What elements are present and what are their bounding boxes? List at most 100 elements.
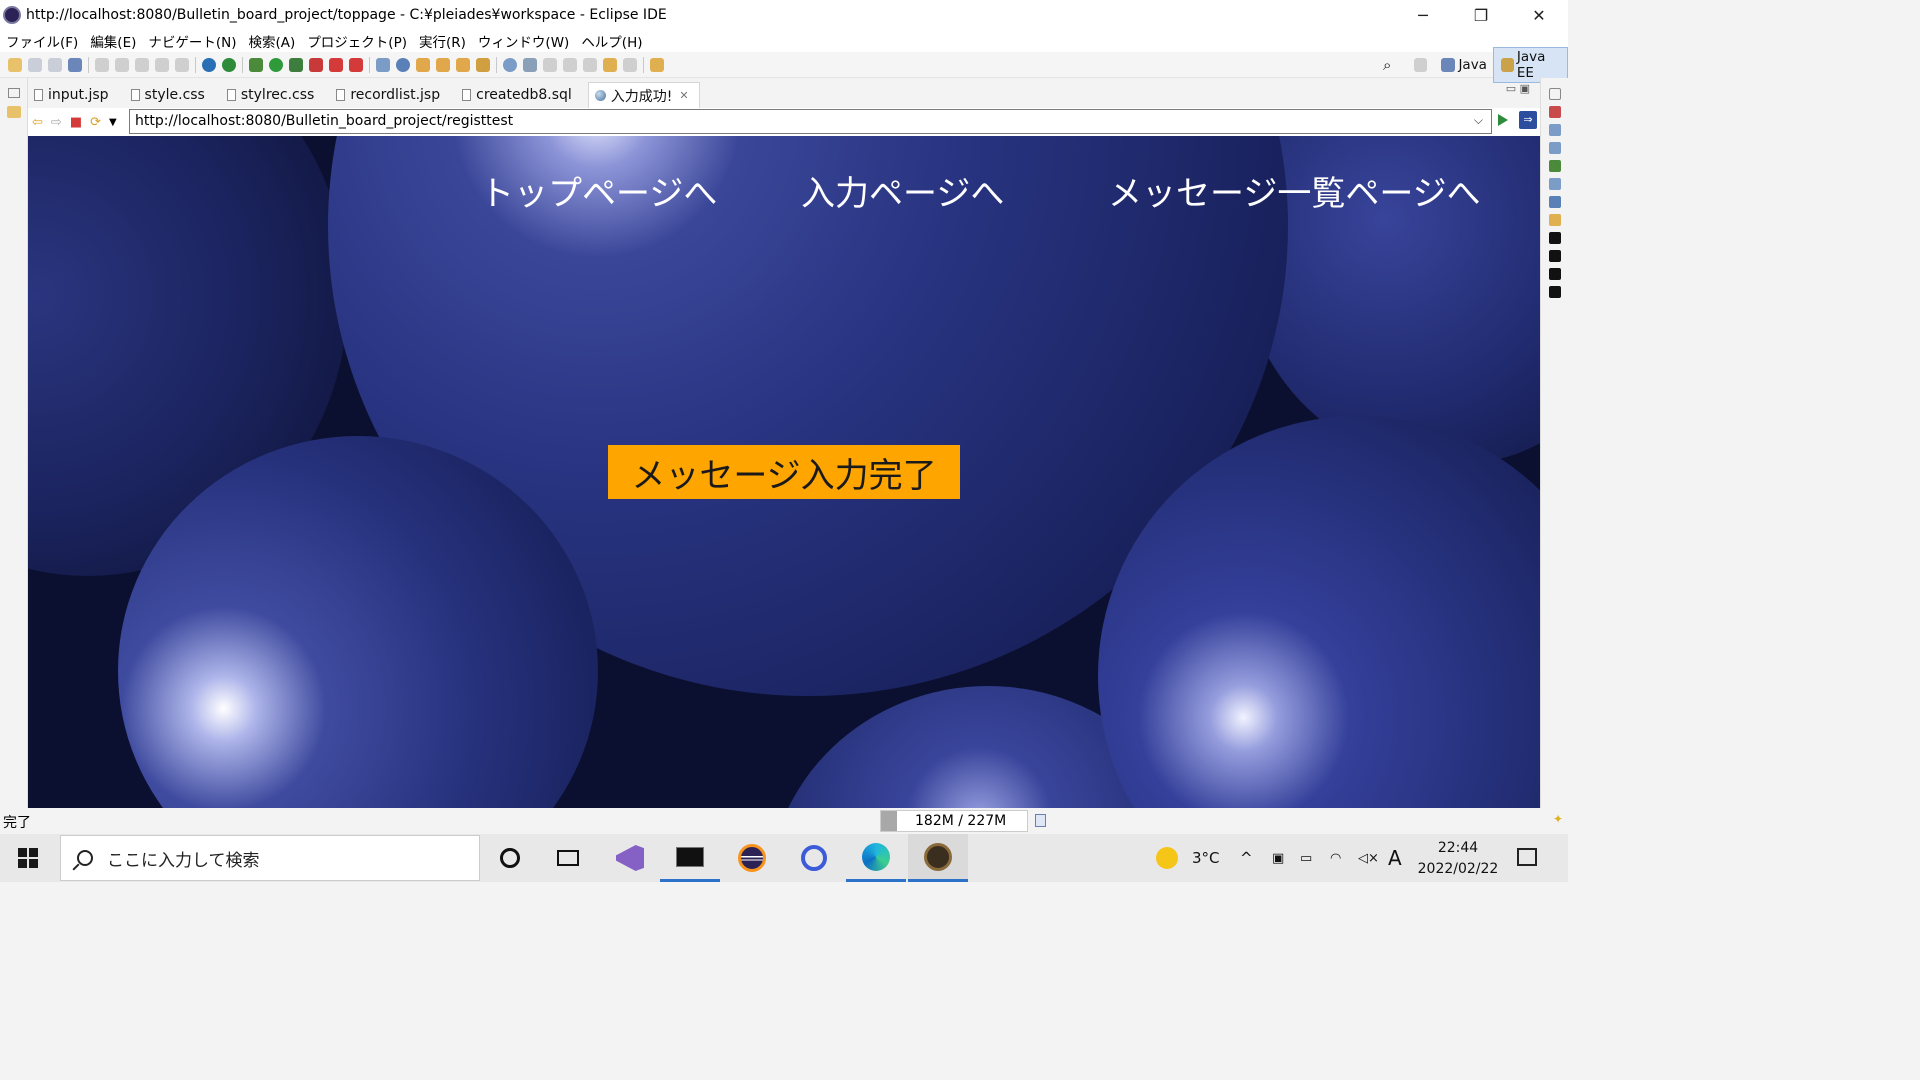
disconnect-icon[interactable] (349, 57, 363, 72)
search-task-icon[interactable] (476, 57, 490, 72)
tab-browser-success[interactable]: 入力成功! ✕ (587, 82, 700, 108)
console-icon[interactable] (1549, 268, 1561, 280)
save-icon[interactable] (28, 57, 42, 72)
link-message-list-page[interactable]: メッセージ一覧ページへ (1108, 166, 1481, 215)
link-input-page[interactable]: 入力ページへ (801, 166, 1004, 215)
edge-browser-icon[interactable] (846, 834, 906, 882)
visual-studio-icon[interactable] (600, 834, 660, 882)
servers-icon[interactable] (1549, 160, 1561, 172)
problems-icon[interactable] (1549, 196, 1561, 208)
open-external-icon[interactable]: ⇒ (1519, 111, 1537, 129)
cortana-icon[interactable] (480, 834, 540, 882)
menu-navigate[interactable]: ナビゲート(N) (142, 31, 242, 51)
save-all-icon[interactable] (48, 57, 62, 72)
run-icon[interactable] (269, 57, 283, 72)
url-field[interactable]: http://localhost:8080/Bulletin_board_pro… (129, 109, 1492, 134)
suspend-icon[interactable] (115, 57, 129, 72)
open-perspective-icon[interactable] (1414, 58, 1428, 72)
tab-recordlist-jsp[interactable]: recordlist.jsp (330, 82, 450, 108)
new-java-project-icon[interactable] (376, 57, 390, 72)
back-icon[interactable] (603, 57, 617, 72)
resume-icon[interactable] (95, 57, 109, 72)
app-icon[interactable] (784, 834, 844, 882)
external-tools-icon[interactable] (309, 57, 323, 72)
forward-icon[interactable] (623, 57, 637, 72)
restore-button[interactable]: ❐ (1452, 0, 1510, 30)
snippets-icon[interactable] (1549, 214, 1561, 226)
menu-help[interactable]: ヘルプ(H) (575, 31, 648, 51)
tab-stylrec-css[interactable]: stylrec.css (221, 82, 324, 108)
minimize-maximize-icon[interactable]: ▭ ▣ (1506, 82, 1530, 95)
new-icon[interactable] (8, 57, 22, 72)
windows-start-icon[interactable] (18, 848, 38, 868)
heap-status[interactable]: 182M / 227M (880, 810, 1028, 832)
step-into-icon[interactable] (155, 57, 169, 72)
forward-icon[interactable]: ⇨ (51, 115, 62, 130)
meeting-icon[interactable]: ▣ (1272, 834, 1284, 882)
server-icon[interactable] (202, 57, 216, 72)
open-folder-icon[interactable] (456, 57, 470, 72)
menu-project[interactable]: プロジェクト(P) (301, 31, 413, 51)
menu-edit[interactable]: 編集(E) (84, 31, 142, 51)
server-start-icon[interactable] (222, 57, 236, 72)
console-icon[interactable] (1549, 232, 1561, 244)
task-view-icon[interactable] (538, 834, 598, 882)
outline-icon[interactable] (1549, 106, 1561, 118)
project-explorer-icon[interactable] (7, 106, 21, 118)
tab-style-css[interactable]: style.css (125, 82, 215, 108)
garbage-collect-icon[interactable] (1035, 814, 1046, 827)
battery-icon[interactable]: ▭ (1300, 834, 1312, 882)
previous-annotation-icon[interactable] (563, 57, 577, 72)
perspective-java[interactable]: Java (1438, 57, 1487, 73)
step-over-icon[interactable] (175, 57, 189, 72)
stop-icon[interactable] (329, 57, 343, 72)
eclipse-running-icon[interactable] (908, 834, 968, 882)
last-edit-icon[interactable] (583, 57, 597, 72)
restore-view-icon[interactable] (1549, 88, 1561, 100)
tab-createdb8-sql[interactable]: createdb8.sql (456, 82, 582, 108)
chevron-down-icon[interactable]: ⌵ (1474, 113, 1483, 128)
eclipse-app-icon[interactable] (722, 834, 782, 882)
toggle-icon[interactable] (523, 57, 537, 72)
minimize-button[interactable]: ─ (1394, 0, 1452, 30)
speaker-mute-icon[interactable]: ◁× (1358, 834, 1379, 882)
tab-input-jsp[interactable]: input.jsp (28, 82, 119, 108)
properties-icon[interactable] (1549, 178, 1561, 190)
close-tab-icon[interactable]: ✕ (679, 89, 688, 102)
go-icon[interactable] (1498, 114, 1508, 126)
web-browser-icon[interactable] (503, 57, 517, 72)
menu-window[interactable]: ウィンドウ(W) (472, 31, 575, 51)
terminal-icon[interactable] (68, 57, 82, 72)
console-icon[interactable] (1549, 286, 1561, 298)
menu-file[interactable]: ファイル(F) (0, 31, 84, 51)
console-icon[interactable] (1549, 250, 1561, 262)
restore-view-icon[interactable] (8, 88, 20, 98)
wifi-icon[interactable]: ◠ (1330, 834, 1341, 882)
coverage-icon[interactable] (289, 57, 303, 72)
terminate-icon[interactable] (135, 57, 149, 72)
ime-indicator[interactable]: A (1388, 834, 1402, 882)
notification-icon[interactable] (1517, 848, 1537, 866)
lightbulb-icon[interactable]: ✦ (1553, 812, 1563, 826)
stop-icon[interactable]: ■ (70, 115, 82, 130)
history-dropdown-icon[interactable]: ▼ (109, 117, 117, 128)
next-annotation-icon[interactable] (543, 57, 557, 72)
taskbar-search-box[interactable]: ここに入力して検索 (60, 835, 480, 881)
weather-widget[interactable]: 3°C (1156, 834, 1220, 882)
open-type-icon[interactable] (416, 57, 430, 72)
data-source-icon[interactable] (1549, 142, 1561, 154)
tray-chevron-icon[interactable]: ^ (1240, 834, 1253, 882)
menu-run[interactable]: 実行(R) (413, 31, 472, 51)
refresh-icon[interactable]: ⟳ (90, 115, 101, 130)
system-clock[interactable]: 22:44 2022/02/22 (1408, 838, 1508, 880)
open-task-icon[interactable] (436, 57, 450, 72)
close-window-button[interactable]: ✕ (1510, 0, 1568, 30)
search-icon[interactable]: ⌕ (1383, 56, 1391, 74)
task-list-icon[interactable] (1549, 124, 1561, 136)
menu-search[interactable]: 検索(A) (243, 31, 302, 51)
new-class-icon[interactable] (396, 57, 410, 72)
terminal-app-icon[interactable] (660, 834, 720, 882)
back-icon[interactable]: ⇦ (32, 115, 43, 130)
debug-icon[interactable] (249, 57, 263, 72)
pin-editor-icon[interactable] (650, 57, 664, 72)
